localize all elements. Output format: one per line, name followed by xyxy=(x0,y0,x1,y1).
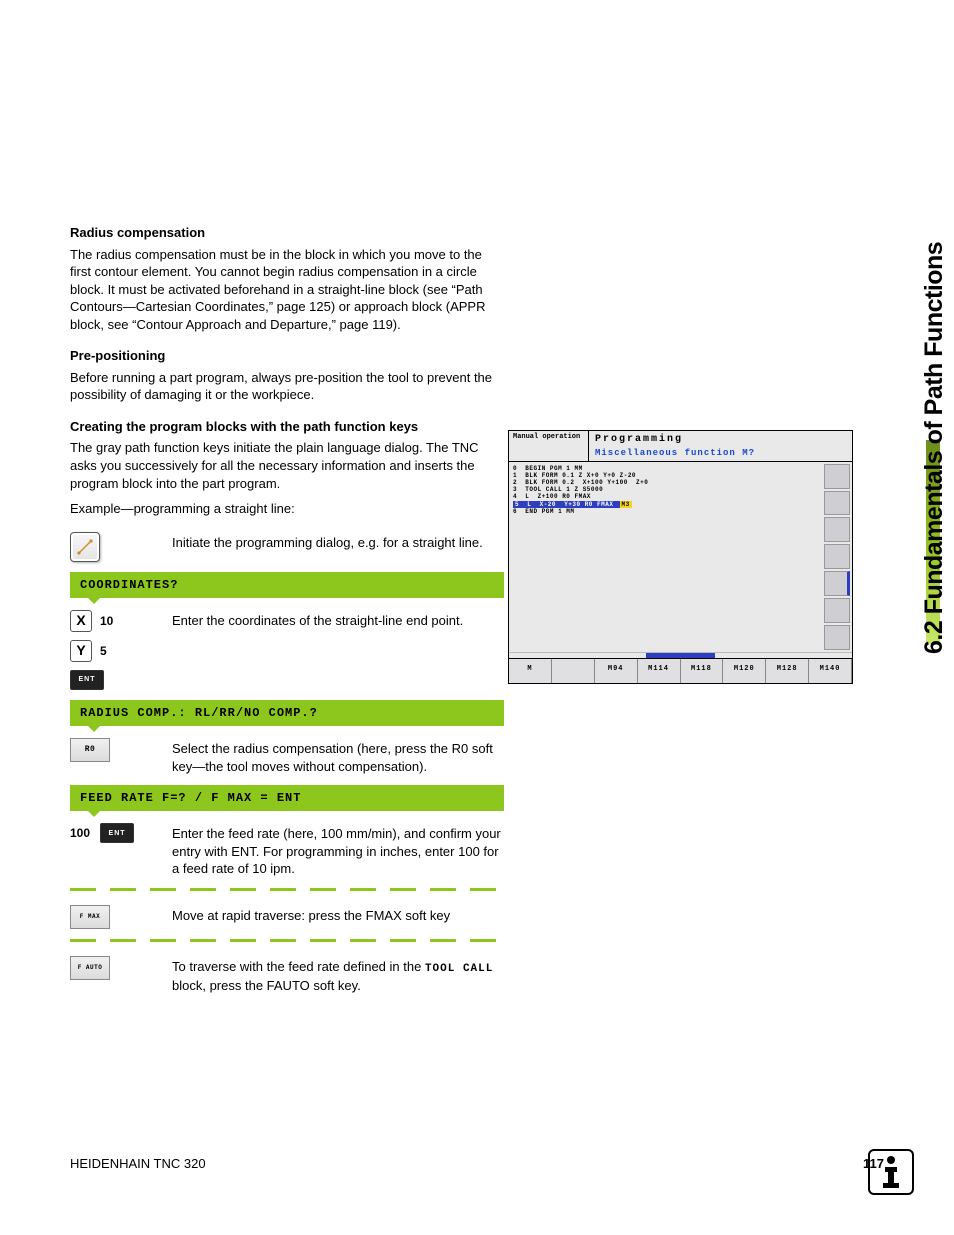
screen-softkey-bar: M M94 M114 M118 M120 M128 M140 xyxy=(509,658,852,683)
para-example: Example—programming a straight line: xyxy=(70,500,504,518)
separator xyxy=(70,939,504,942)
screen-side-btn xyxy=(824,491,850,516)
footer-product: HEIDENHAIN TNC 320 xyxy=(70,1155,206,1173)
softkey: M114 xyxy=(638,659,681,683)
heading-prepositioning: Pre-positioning xyxy=(70,347,504,365)
tnc-screen: Manual operation Programming Miscellaneo… xyxy=(508,430,853,684)
softkey: M118 xyxy=(681,659,724,683)
step-line-text: Initiate the programming dialog, e.g. fo… xyxy=(172,532,504,552)
screen-title: Programming xyxy=(595,433,846,447)
para-prepositioning: Before running a part program, always pr… xyxy=(70,369,504,404)
screen-side-btn xyxy=(824,625,850,650)
step-fmax-text: Move at rapid traverse: press the FMAX s… xyxy=(172,905,504,925)
y-key: Y xyxy=(70,640,92,662)
x-value: 10 xyxy=(100,613,113,629)
screen-side-btn xyxy=(824,517,850,542)
x-key: X xyxy=(70,610,92,632)
screen-mode: Manual operation xyxy=(509,431,589,461)
line-key-icon xyxy=(70,532,100,562)
screen-side-btn xyxy=(824,544,850,569)
feed-value: 100 xyxy=(70,825,90,841)
softkey: M140 xyxy=(809,659,852,683)
para-radius: The radius compensation must be in the b… xyxy=(70,246,504,334)
y-value: 5 xyxy=(100,643,107,659)
screen-side-btn xyxy=(824,571,850,596)
section-tab-title: 6.2 Fundamentals of Path Functions xyxy=(918,204,952,654)
ent-key-2: ENT xyxy=(100,823,134,843)
fmax-softkey: F MAX xyxy=(70,905,110,929)
screen-subtitle: Miscellaneous function M? xyxy=(595,447,846,459)
info-icon xyxy=(868,1149,914,1195)
step-fauto-text: To traverse with the feed rate defined i… xyxy=(172,956,504,994)
screen-side-btn xyxy=(824,464,850,489)
heading-creating-blocks: Creating the program blocks with the pat… xyxy=(70,418,504,436)
step-coord-text: Enter the coordinates of the straight-li… xyxy=(172,610,504,630)
ent-key: ENT xyxy=(70,670,104,690)
screen-code-area: 0 BEGIN PGM 1 MM 1 BLK FORM 0.1 Z X+0 Y+… xyxy=(509,462,822,652)
softkey: M94 xyxy=(595,659,638,683)
prompt-radius-comp: RADIUS COMP.: RL/RR/NO COMP.? xyxy=(70,700,504,726)
screen-side-btn xyxy=(824,598,850,623)
softkey xyxy=(552,659,595,683)
r0-softkey: R0 xyxy=(70,738,110,762)
para-creating: The gray path function keys initiate the… xyxy=(70,439,504,492)
separator xyxy=(70,888,504,891)
softkey: M128 xyxy=(766,659,809,683)
step-r0-text: Select the radius compensation (here, pr… xyxy=(172,738,504,775)
softkey: M xyxy=(509,659,552,683)
fauto-softkey: F AUTO xyxy=(70,956,110,980)
prompt-coordinates: COORDINATES? xyxy=(70,572,504,598)
softkey: M120 xyxy=(723,659,766,683)
step-feed-text: Enter the feed rate (here, 100 mm/min), … xyxy=(172,823,504,878)
prompt-feed-rate: FEED RATE F=? / F MAX = ENT xyxy=(70,785,504,811)
heading-radius-compensation: Radius compensation xyxy=(70,224,504,242)
